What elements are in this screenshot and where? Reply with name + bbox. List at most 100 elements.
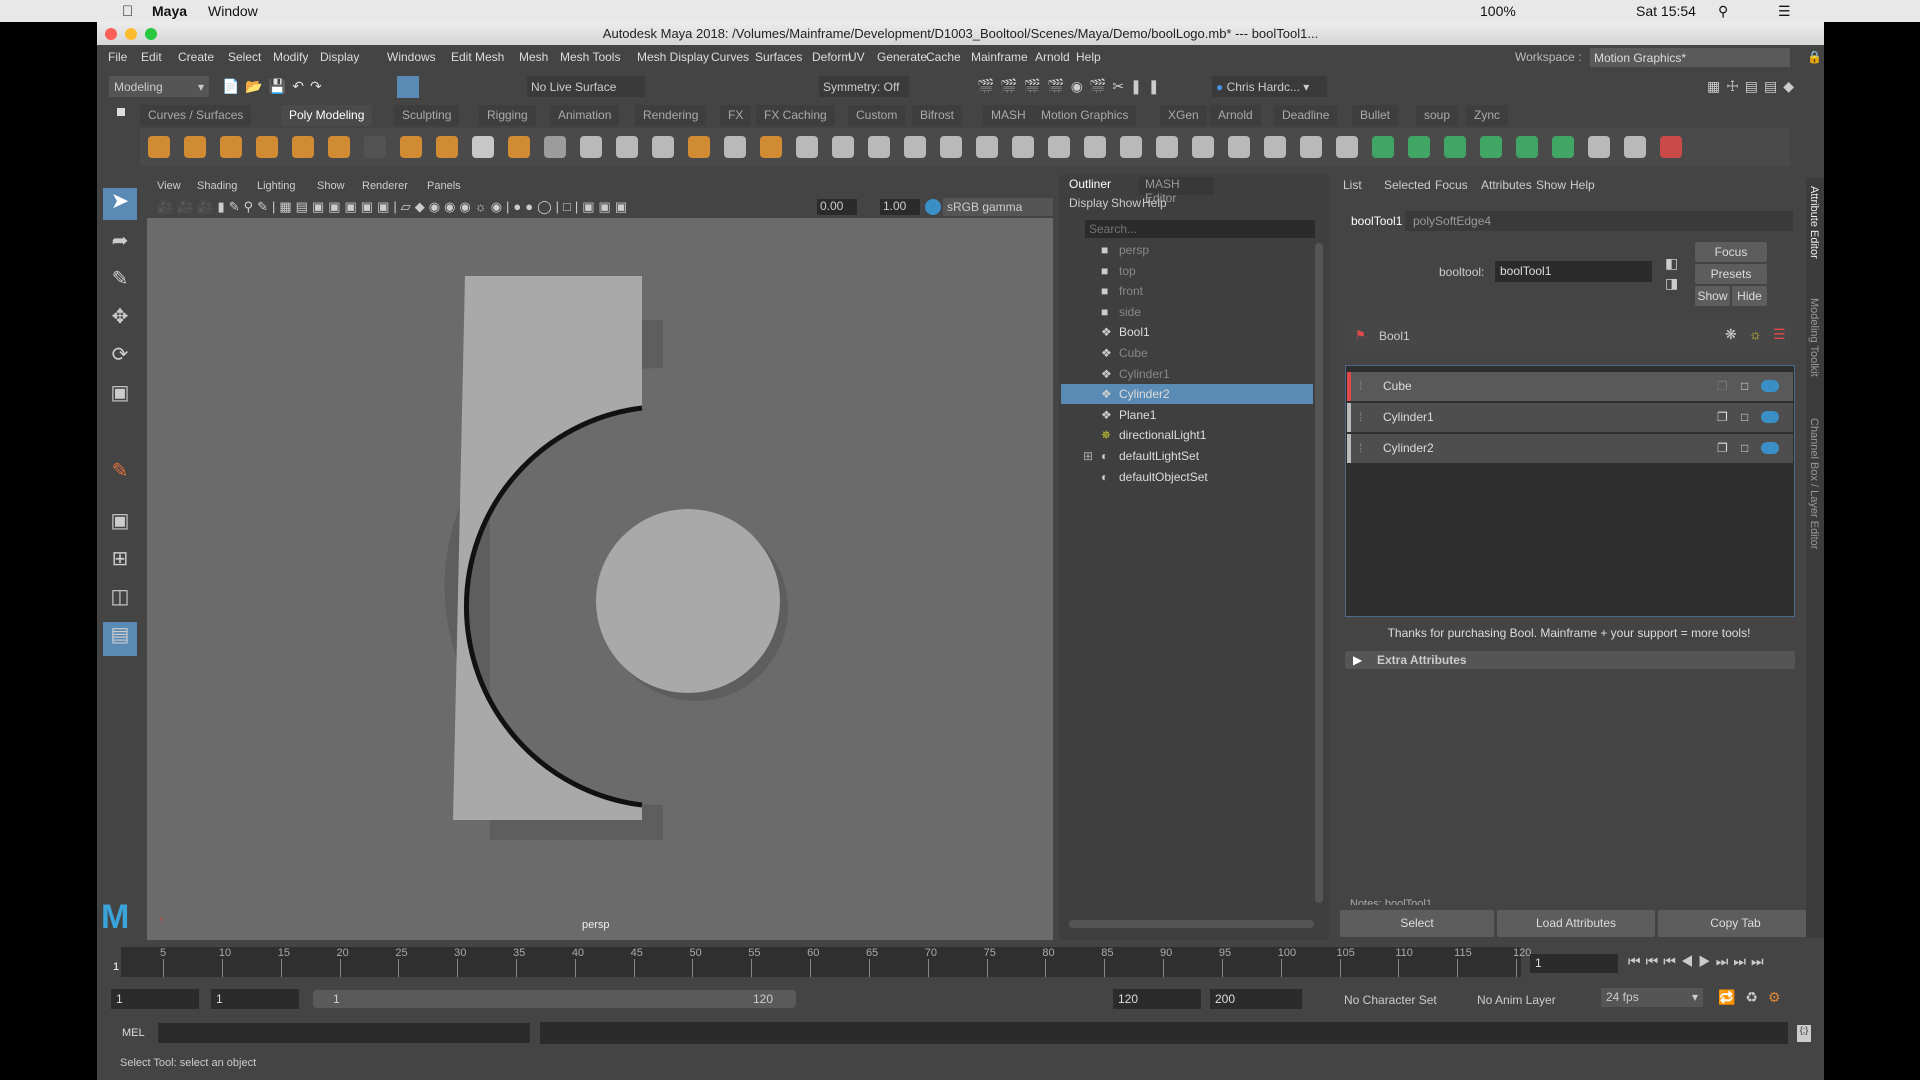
menu-display[interactable]: Display [320,50,359,64]
outliner-item-side[interactable]: ■ side [1061,302,1313,322]
shelf-tab-motion-graphics[interactable]: Motion Graphics [1033,105,1137,126]
fps-dropdown[interactable]: 24 fps ▾ [1601,988,1703,1007]
operand-row-cube[interactable]: ⁞ Cube ❐ □ [1347,372,1793,401]
shelf-tab-bifrost[interactable]: Bifrost [912,105,963,126]
ae-menu-focus[interactable]: Focus [1435,178,1468,192]
shelf-tool-icon[interactable] [1336,136,1358,158]
duplicate-icon[interactable]: ❐ [1717,372,1728,401]
menu-edit[interactable]: Edit [141,50,162,64]
shelf-tool-icon[interactable] [1084,136,1106,158]
highlight-icon[interactable]: ☼ [1749,326,1762,342]
shelf-tool-icon[interactable] [1372,136,1394,158]
copy-tab-button[interactable]: Copy Tab [1658,910,1813,937]
ae-menu-list[interactable]: List [1343,178,1362,192]
range-slider[interactable]: 1 120 [313,990,796,1008]
clock[interactable]: Sat 15:54 [1636,3,1696,19]
bounding-box-icon[interactable]: □ [1741,372,1748,401]
menu-mainframe[interactable]: Mainframe [971,50,1028,64]
shelf-tool-icon[interactable] [724,136,746,158]
drag-handle-icon[interactable]: ⁞ [1359,372,1362,401]
ae-menu-attributes[interactable]: Attributes [1481,178,1532,192]
menu-set-dropdown[interactable]: Modeling ▾ [109,76,209,97]
spotlight-icon[interactable]: ⚲ [1718,3,1728,20]
shelf-tool-icon[interactable] [1552,136,1574,158]
shelf-tool-icon[interactable] [184,136,206,158]
operand-row-cylinder2[interactable]: ⁞ Cylinder2 ❐ □ [1347,434,1793,463]
shelf-tool-icon[interactable] [1264,136,1286,158]
shelf-tool-icon[interactable] [1516,136,1538,158]
paint-select-icon[interactable]: ✎ [103,266,137,296]
side-tab-attribute-editor[interactable]: Attribute Editor [1808,186,1820,259]
menu-mesh[interactable]: Mesh [519,50,548,64]
shelf-tab-poly-modeling[interactable]: Poly Modeling [281,105,373,126]
menu-generate[interactable]: Generate [877,50,927,64]
shelf-tool-icon[interactable] [220,136,242,158]
shelf-tool-icon[interactable] [1120,136,1142,158]
bounding-box-icon[interactable]: □ [1741,434,1748,463]
loop-icons[interactable]: 🔁♻⚙ [1718,989,1791,1006]
soft-select-icon[interactable]: ✎ [103,458,137,488]
shelf-tool-icon[interactable] [796,136,818,158]
two-pane-icon[interactable]: ◫ [103,584,137,614]
operand-row-cylinder1[interactable]: ⁞ Cylinder1 ❐ □ [1347,403,1793,432]
start-time-field[interactable]: 1 [111,989,199,1009]
shelf-tool-icon[interactable] [1048,136,1070,158]
select-button[interactable]: Select [1340,910,1494,937]
debug-icon[interactable]: ❋ [1725,326,1737,343]
shelf-tool-icon[interactable] [1192,136,1214,158]
tab-outliner[interactable]: Outliner [1069,177,1111,191]
focus-button[interactable]: Focus [1695,242,1767,262]
viewport-panel[interactable]: View Shading Lighting Show Renderer Panels 🎥🎥… [147,178,1053,940]
shelf-tool-icon[interactable] [976,136,998,158]
menu-windows[interactable]: Windows [387,50,436,64]
outliner-item-plane1[interactable]: ❖ Plane1 [1061,405,1313,425]
ae-menu-help[interactable]: Help [1570,178,1595,192]
menu-create[interactable]: Create [178,50,214,64]
duplicate-icon[interactable]: ❐ [1717,403,1728,432]
outliner-scrollbar[interactable] [1315,243,1323,903]
shelf-tab-mash[interactable]: MASH [983,105,1034,126]
menu-icon[interactable]: ☰ [1773,326,1786,343]
bounding-box-icon[interactable]: □ [1741,403,1748,432]
outliner-item-persp[interactable]: ■ persp [1061,240,1313,260]
outliner-hscrollbar[interactable] [1069,920,1314,928]
scale-tool-icon[interactable]: ▣ [103,380,137,410]
load-selected-icon[interactable]: ◧ [1665,255,1678,272]
script-editor-icon[interactable]: {;} [1797,1025,1811,1042]
shelf-tab-sculpting[interactable]: Sculpting [394,105,460,126]
character-set-dropdown[interactable]: No Character Set [1344,993,1437,1007]
outliner-layout-icon[interactable]: ▤ [103,622,137,656]
menu-deform[interactable]: Deform [812,50,851,64]
playback-start-field[interactable]: 1 [211,989,299,1009]
render-icons[interactable]: 🎬🎬🎬🎬◉🎬✂❚❚ [977,78,1166,95]
lasso-tool-icon[interactable]: ➦ [103,228,137,258]
shelf-tool-icon[interactable] [688,136,710,158]
menu-file[interactable]: File [108,50,127,64]
command-input[interactable] [158,1023,530,1043]
shelf-tool-icon[interactable] [1480,136,1502,158]
select-tool-icon[interactable]: ➤ [103,188,137,220]
lock-icon[interactable]: 🔒 [1807,50,1822,64]
mel-label[interactable]: MEL [122,1027,145,1039]
shelf-tool-icon[interactable] [364,136,386,158]
shelf-tool-icon[interactable] [1588,136,1610,158]
menu-surfaces[interactable]: Surfaces [755,50,802,64]
drag-handle-icon[interactable]: ⁞ [1359,434,1362,463]
shelf-tool-icon[interactable] [760,136,782,158]
menu-uv[interactable]: UV [848,50,865,64]
show-button[interactable]: Show [1695,286,1730,306]
shelf-tool-icon[interactable] [328,136,350,158]
shelf-tab-zync[interactable]: Zync [1466,105,1509,126]
outliner-item-defaultobjectset[interactable]: ◐ defaultObjectSet [1061,467,1313,487]
menu-mesh-display[interactable]: Mesh Display [637,50,709,64]
visibility-toggle[interactable] [1761,442,1779,454]
shelf-tool-icon[interactable] [1012,136,1034,158]
end-time-field[interactable]: 200 [1210,989,1302,1009]
shelf-tab-curves-surfaces[interactable]: Curves / Surfaces [140,105,252,126]
outliner-search-input[interactable] [1085,220,1315,238]
presets-button[interactable]: Presets [1695,264,1767,284]
expand-icon[interactable]: ⊞ [1083,446,1093,466]
minimize-icon[interactable] [125,28,137,40]
tab-mash-editor[interactable]: MASH Editor [1139,177,1214,205]
menu-help[interactable]: Help [1076,50,1101,64]
